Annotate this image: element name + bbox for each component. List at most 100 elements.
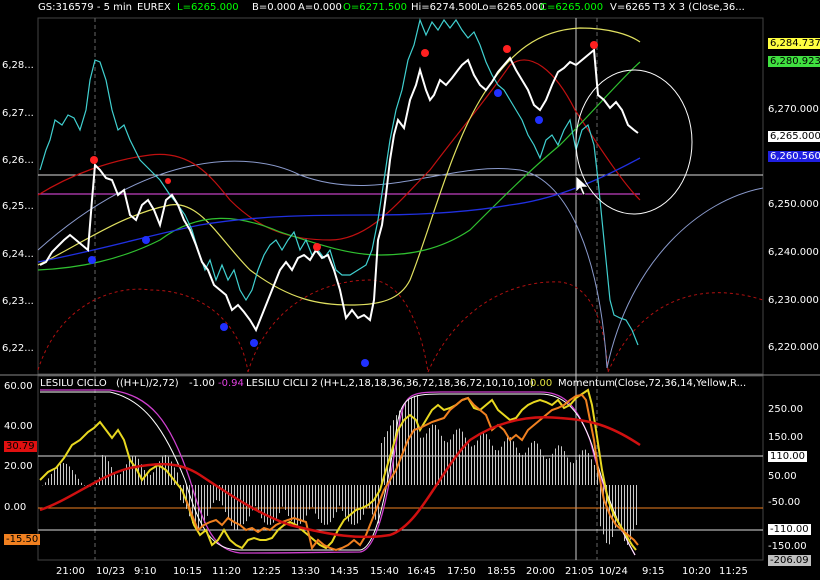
histogram-bar (318, 485, 319, 520)
cyan-price-line (39, 18, 639, 346)
momentum-tick: -150.00 (768, 541, 807, 552)
chart-canvas[interactable] (0, 0, 820, 580)
histogram-bar (249, 485, 250, 517)
histogram-bar (282, 485, 283, 507)
histogram-bar (162, 456, 163, 485)
buy-signal-dot (535, 116, 543, 124)
histogram-bar (288, 485, 289, 517)
histogram-bar (573, 463, 574, 485)
time-tick: 13:30 (291, 566, 320, 577)
histogram-bar (483, 432, 484, 485)
momentum-tick: 50.00 (768, 471, 797, 482)
momentum-tick: 250.00 (768, 404, 803, 415)
indicator-params: ((H+L)/2,72) (116, 378, 179, 389)
histogram-bar (207, 485, 208, 516)
histogram-bar (303, 485, 304, 521)
histogram-bar (432, 424, 433, 485)
histogram-bar (636, 485, 637, 526)
histogram-bar (591, 459, 592, 485)
time-tick: 17:50 (447, 566, 476, 577)
histogram-bar (126, 464, 127, 485)
histogram-bar (57, 466, 58, 485)
indicator-params: (H+L,2,18,18,36,36,72,18,36,72,10,10,10) (320, 378, 534, 389)
histogram-bar (516, 447, 517, 485)
time-tick: 11:20 (212, 566, 241, 577)
histogram-bar (66, 463, 67, 485)
blue-price-badge: 6,260.560 (768, 151, 820, 162)
histogram-bar (570, 462, 571, 485)
orange-osc-badge: -15.50 (4, 534, 41, 545)
histogram-bar (168, 456, 169, 485)
histogram-bar (363, 485, 364, 515)
histogram-bar (324, 485, 325, 525)
time-axis: 21:00 10/23 9:10 10:15 11:20 12:25 13:30 14:35 1… (0, 564, 820, 580)
histogram-bar (621, 485, 622, 532)
histogram-bar (141, 464, 142, 485)
histogram-bar (120, 474, 121, 485)
light-blue-cycle (37, 160, 608, 369)
histogram-bar (471, 446, 472, 485)
histogram-bar (210, 485, 211, 509)
osc-tick: 40.00 (4, 421, 33, 432)
time-tick: 21:00 (56, 566, 85, 577)
time-tick: 14:35 (330, 566, 359, 577)
histogram-bar (60, 463, 61, 485)
cycle-arc-3 (427, 281, 609, 373)
lower-threshold-badge: -110.00 (768, 524, 811, 535)
indicator-params: (Close,72,36,14,Yellow,R... (614, 378, 747, 389)
time-tick: 10/23 (96, 566, 125, 577)
histogram-bar (105, 456, 106, 485)
histogram-bar (633, 485, 634, 531)
upper-threshold-badge: 110.00 (768, 451, 807, 462)
cycle-arc-1 (37, 288, 249, 373)
histogram-bar (123, 470, 124, 485)
histogram-bar (300, 485, 301, 524)
histogram-bar (78, 478, 79, 485)
histogram-bar (498, 450, 499, 485)
momentum-tick: 150.00 (768, 432, 803, 443)
indicator-name: Momentum (558, 378, 615, 389)
price-tick: 6,25... (2, 201, 34, 212)
histogram-bar (513, 441, 514, 485)
price-tick-right: 6,240.000 (768, 247, 819, 258)
histogram-bar (132, 455, 133, 485)
yellow-price-badge: 6,284.737 (768, 38, 820, 49)
histogram-bar (567, 457, 568, 485)
histogram-bar (546, 458, 547, 485)
histogram-bar (267, 485, 268, 525)
histogram-bar (558, 445, 559, 485)
histogram-bar (555, 448, 556, 485)
time-tick: 18:55 (487, 566, 516, 577)
histogram-bar (84, 485, 85, 486)
histogram-bar (528, 447, 529, 485)
cycle-arc-2 (247, 279, 429, 373)
histogram-bar (156, 467, 157, 485)
histogram-bar (186, 485, 187, 509)
histogram-bar (507, 437, 508, 485)
histogram-bar (411, 397, 412, 485)
histogram-bar (201, 485, 202, 529)
histogram-bar (129, 458, 130, 485)
red-moving-average (37, 59, 641, 241)
indicator-name: LESILU CICLO (40, 378, 107, 389)
price-tick-right: 6,270.000 (768, 104, 819, 115)
histogram-bar (414, 396, 415, 485)
histogram-bar (48, 478, 49, 485)
time-tick: 9:10 (134, 566, 157, 577)
histogram-bar (327, 485, 328, 525)
histogram-bar (435, 425, 436, 485)
mouse-cursor-icon (575, 175, 589, 196)
histogram-bar (486, 434, 487, 485)
buy-signal-dot (88, 256, 96, 264)
histogram-bar (561, 446, 562, 485)
histogram-bar (117, 474, 118, 485)
histogram-bar (549, 458, 550, 485)
histogram-bar (270, 485, 271, 525)
histogram-bar (222, 485, 223, 506)
histogram-bar (462, 431, 463, 485)
time-tick: 12:25 (252, 566, 281, 577)
histogram-bar (510, 437, 511, 485)
price-tick: 6,24... (2, 249, 34, 260)
histogram-bar (525, 452, 526, 485)
histogram-bar (309, 485, 310, 510)
